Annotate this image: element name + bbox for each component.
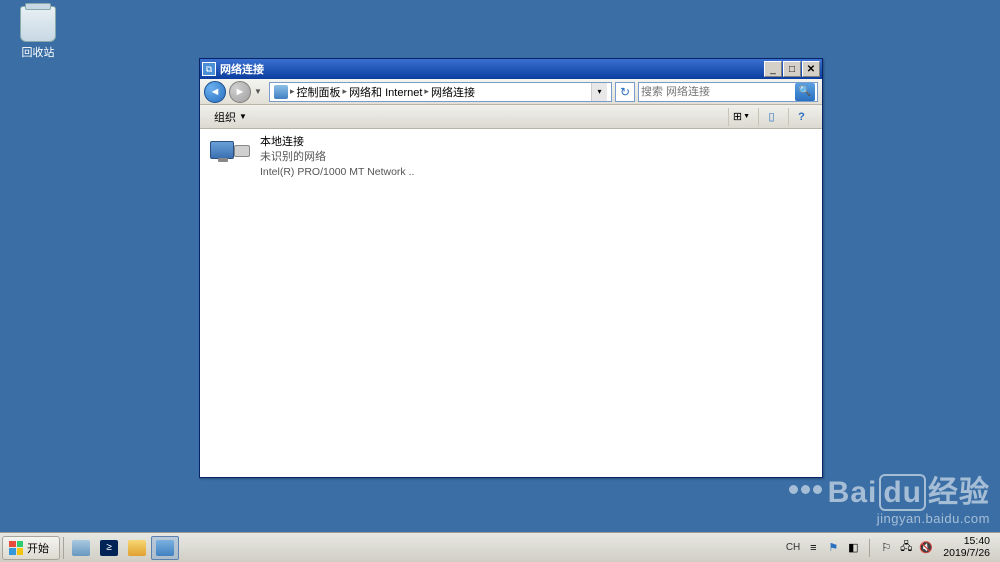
help-button[interactable]: ?: [788, 108, 814, 126]
connection-icon: [210, 135, 252, 173]
tray-customize-icon[interactable]: ≡: [806, 541, 820, 555]
chevron-right-icon: ▸: [343, 86, 348, 97]
nav-history-dropdown[interactable]: ▼: [254, 87, 266, 96]
search-button[interactable]: 🔍: [795, 83, 815, 101]
chevron-right-icon: ▸: [290, 86, 295, 97]
chevron-down-icon: ▼: [239, 112, 247, 121]
breadcrumb-item[interactable]: 控制面板: [297, 84, 341, 100]
breadcrumb-icon: [274, 85, 288, 99]
chevron-right-icon: ▸: [424, 86, 429, 97]
taskbar: 开始 ≥ CH ≡ ⚑ ◧ ⚐ 🖧 🔇 15:40 2019/7/26: [0, 532, 1000, 562]
window-icon: ⧉: [202, 62, 216, 76]
recycle-bin-icon: [20, 6, 56, 42]
taskbar-separator: [869, 539, 870, 557]
clock-time: 15:40: [943, 536, 990, 548]
paw-icon: [789, 485, 822, 494]
close-button[interactable]: ✕: [802, 61, 820, 77]
organize-menu[interactable]: 组织 ▼: [208, 107, 253, 127]
window-buttons: _ □ ✕: [764, 61, 820, 77]
connection-device: Intel(R) PRO/1000 MT Network ..: [260, 165, 414, 179]
taskbar-clock[interactable]: 15:40 2019/7/26: [939, 536, 994, 559]
breadcrumb-item[interactable]: 网络连接: [431, 84, 475, 100]
breadcrumb-dropdown[interactable]: ▾: [591, 83, 607, 101]
windows-logo-icon: [9, 541, 23, 555]
ime-indicator[interactable]: CH: [786, 542, 800, 553]
nav-toolbar: ◄ ► ▼ ▸ 控制面板 ▸ 网络和 Internet ▸ 网络连接 ▾ ↻ 🔍: [200, 79, 822, 105]
search-box: 🔍: [638, 82, 818, 102]
breadcrumb-item[interactable]: 网络和 Internet: [349, 84, 422, 100]
connection-details: 本地连接 未识别的网络 Intel(R) PRO/1000 MT Network…: [260, 135, 414, 179]
minimize-button[interactable]: _: [764, 61, 782, 77]
desktop-icon-label: 回收站: [8, 44, 68, 60]
powershell-icon: ≥: [100, 540, 118, 556]
window-network-connections: ⧉ 网络连接 _ □ ✕ ◄ ► ▼ ▸ 控制面板 ▸ 网络和 Internet…: [199, 58, 823, 478]
server-manager-icon: [72, 540, 90, 556]
connection-name: 本地连接: [260, 135, 414, 150]
search-input[interactable]: [641, 86, 795, 98]
content-area[interactable]: 本地连接 未识别的网络 Intel(R) PRO/1000 MT Network…: [200, 129, 822, 477]
connection-item[interactable]: 本地连接 未识别的网络 Intel(R) PRO/1000 MT Network…: [210, 135, 470, 179]
connection-status: 未识别的网络: [260, 150, 414, 165]
taskbar-pin-powershell[interactable]: ≥: [95, 536, 123, 560]
refresh-button[interactable]: ↻: [615, 82, 635, 102]
explorer-icon: [128, 540, 146, 556]
chevron-down-icon: ▼: [743, 113, 750, 120]
organize-label: 组织: [214, 109, 236, 125]
back-button[interactable]: ◄: [204, 81, 226, 103]
titlebar[interactable]: ⧉ 网络连接 _ □ ✕: [200, 59, 822, 79]
volume-icon[interactable]: 🔇: [919, 541, 933, 555]
system-tray: CH ≡ ⚑ ◧ ⚐ 🖧 🔇 15:40 2019/7/26: [786, 536, 998, 559]
clock-date: 2019/7/26: [943, 548, 990, 560]
desktop-icon-recycle-bin[interactable]: 回收站: [8, 6, 68, 60]
taskbar-pin-server-manager[interactable]: [67, 536, 95, 560]
pane-icon: ▯: [768, 110, 774, 123]
help-icon: ?: [798, 111, 805, 123]
start-label: 开始: [27, 540, 49, 556]
network-tray-icon[interactable]: 🖧: [899, 541, 913, 555]
view-icon: ⊞: [733, 110, 742, 123]
taskbar-pin-explorer[interactable]: [123, 536, 151, 560]
taskbar-app-network-connections[interactable]: [151, 536, 179, 560]
breadcrumb[interactable]: ▸ 控制面板 ▸ 网络和 Internet ▸ 网络连接 ▾: [269, 82, 612, 102]
forward-button[interactable]: ►: [229, 81, 251, 103]
preview-pane-button[interactable]: ▯: [758, 108, 784, 126]
command-bar: 组织 ▼ ⊞ ▼ ▯ ?: [200, 105, 822, 129]
window-title: 网络连接: [220, 61, 764, 77]
tray-icon[interactable]: ◧: [846, 541, 860, 555]
maximize-button[interactable]: □: [783, 61, 801, 77]
view-options-button[interactable]: ⊞ ▼: [728, 108, 754, 126]
flag-icon[interactable]: ⚐: [879, 541, 893, 555]
taskbar-separator: [63, 537, 64, 559]
start-button[interactable]: 开始: [2, 536, 60, 560]
network-window-icon: [156, 540, 174, 556]
action-center-icon[interactable]: ⚑: [826, 541, 840, 555]
